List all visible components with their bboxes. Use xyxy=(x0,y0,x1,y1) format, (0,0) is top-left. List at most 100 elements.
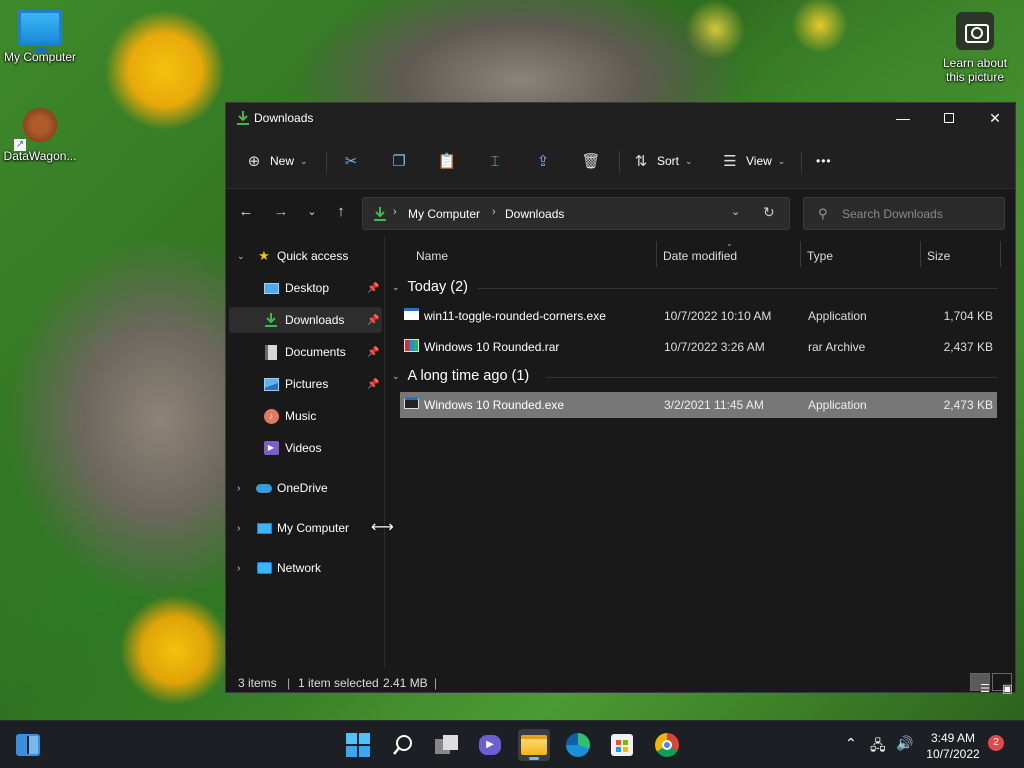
chevron-down-icon: ⌄ xyxy=(777,155,786,166)
chat-icon: ▶ xyxy=(479,735,501,755)
sidebar-item-videos[interactable]: ▶ Videos xyxy=(229,435,382,461)
sidebar-item-quick-access[interactable]: ⌄ ★ Quick access xyxy=(229,243,382,269)
folder-icon xyxy=(521,735,547,755)
view-button[interactable]: ☰ View ⌄ xyxy=(720,147,785,175)
large-icons-view-button[interactable]: ▣ xyxy=(992,673,1012,695)
start-button[interactable] xyxy=(342,729,374,761)
divider xyxy=(619,151,620,173)
address-dropdown-icon[interactable]: ⌄ xyxy=(731,205,740,218)
store-icon xyxy=(611,734,633,756)
sidebar-item-onedrive[interactable]: › OneDrive xyxy=(229,475,382,501)
chevron-down-icon[interactable]: ⌄ xyxy=(237,251,245,262)
minimize-button[interactable]: — xyxy=(880,103,926,133)
file-type: Application xyxy=(808,309,867,323)
file-row[interactable]: win11-toggle-rounded-corners.exe 10/7/20… xyxy=(400,303,997,329)
sidebar-item-desktop[interactable]: Desktop 📌 xyxy=(229,275,382,301)
store-button[interactable] xyxy=(606,729,638,761)
search-input[interactable] xyxy=(842,205,992,223)
breadcrumb-my-computer[interactable]: My Computer xyxy=(408,207,480,221)
column-divider[interactable] xyxy=(920,241,921,267)
file-row[interactable]: Windows 10 Rounded.rar 10/7/2022 3:26 AM… xyxy=(400,334,997,360)
column-divider[interactable] xyxy=(800,241,801,267)
breadcrumb-downloads[interactable]: Downloads xyxy=(505,207,564,221)
column-header-name[interactable]: Name xyxy=(416,249,448,263)
address-bar[interactable]: › My Computer › Downloads ⌄ ↻ xyxy=(362,197,790,230)
file-explorer-taskbar-button[interactable] xyxy=(518,729,550,761)
refresh-icon[interactable]: ↻ xyxy=(763,204,775,221)
chrome-browser-button[interactable] xyxy=(651,729,683,761)
chevron-right-icon[interactable]: › xyxy=(237,563,240,574)
sort-button[interactable]: ⇅ Sort ⌄ xyxy=(631,147,693,175)
column-header-type[interactable]: Type xyxy=(807,249,833,263)
desktop-icon-learn-about-picture[interactable]: Learn about this picture xyxy=(938,12,1012,84)
notification-badge[interactable]: 2 xyxy=(988,735,1004,751)
forward-button[interactable]: → xyxy=(269,203,293,225)
column-header-date-modified[interactable]: Date modified xyxy=(663,249,737,263)
group-header-today[interactable]: ⌄ Today (2) xyxy=(392,275,468,299)
cut-button[interactable]: ✂ xyxy=(341,147,361,175)
sidebar-item-my-computer[interactable]: › My Computer xyxy=(229,515,382,541)
new-button[interactable]: ⊕ New ⌄ xyxy=(244,147,308,175)
thumbnail-view-icon: ▣ xyxy=(1002,683,1013,695)
sidebar-item-downloads[interactable]: Downloads 📌 xyxy=(229,307,382,333)
teams-chat-button[interactable]: ▶ xyxy=(474,729,506,761)
volume-icon[interactable]: 🔊 xyxy=(896,735,913,752)
status-selection-size: 2.41 MB xyxy=(383,676,428,690)
sidebar-item-music[interactable]: ♪ Music xyxy=(229,403,382,429)
sidebar-item-network[interactable]: › Network xyxy=(229,555,382,581)
pin-icon[interactable]: 📌 xyxy=(367,283,379,294)
file-row-selected[interactable]: Windows 10 Rounded.exe 3/2/2021 11:45 AM… xyxy=(400,392,997,418)
camera-icon xyxy=(956,12,994,50)
group-divider xyxy=(478,288,998,289)
file-name: Windows 10 Rounded.exe xyxy=(424,398,565,412)
sidebar-item-documents[interactable]: Documents 📌 xyxy=(229,339,382,365)
group-header-a-long-time-ago[interactable]: ⌄ A long time ago (1) xyxy=(392,364,529,388)
edge-icon xyxy=(566,733,590,757)
share-button[interactable]: ⇪ xyxy=(533,147,553,175)
title-bar[interactable]: Downloads — ✕ xyxy=(226,103,1015,133)
details-view-button[interactable]: ☰ xyxy=(970,673,990,695)
network-status-icon[interactable]: 🖧 xyxy=(870,735,886,759)
copy-icon: ❐ xyxy=(392,153,406,170)
rename-button[interactable]: ⌶ xyxy=(485,147,505,175)
paste-button[interactable]: 📋 xyxy=(437,147,457,175)
pin-icon[interactable]: 📌 xyxy=(367,315,379,326)
pin-icon[interactable]: 📌 xyxy=(367,347,379,358)
maximize-button[interactable] xyxy=(926,103,972,133)
desktop-icon-label: DataWagon... xyxy=(3,149,77,163)
search-box[interactable]: ⚲ xyxy=(803,197,1005,230)
pin-icon[interactable]: 📌 xyxy=(367,379,379,390)
pane-splitter[interactable] xyxy=(384,237,385,667)
chevron-right-icon[interactable]: › xyxy=(237,523,240,534)
clock[interactable]: 3:49 AM 10/7/2022 xyxy=(924,730,982,762)
back-button[interactable]: ← xyxy=(234,203,258,225)
close-button[interactable]: ✕ xyxy=(972,103,1018,133)
star-icon: ★ xyxy=(258,248,270,263)
widgets-button[interactable] xyxy=(12,729,44,761)
chevron-down-icon: ⌄ xyxy=(307,206,317,218)
music-icon: ♪ xyxy=(263,408,279,424)
sort-indicator-icon: ⌄ xyxy=(726,239,733,248)
recent-locations-button[interactable]: ⌄ xyxy=(300,205,324,227)
sidebar-item-pictures[interactable]: Pictures 📌 xyxy=(229,371,382,397)
desktop-icon-my-computer[interactable]: My Computer xyxy=(2,10,78,64)
breadcrumb-separator-icon: › xyxy=(492,206,496,218)
clock-date: 10/7/2022 xyxy=(926,747,980,761)
column-divider[interactable] xyxy=(656,241,657,267)
edge-browser-button[interactable] xyxy=(562,729,594,761)
more-options-button[interactable]: ••• xyxy=(816,147,832,175)
videos-icon: ▶ xyxy=(263,440,279,456)
trash-icon: 🗑 xyxy=(581,153,601,170)
column-header-size[interactable]: Size xyxy=(927,249,950,263)
chevron-up-icon[interactable]: ⌃ xyxy=(845,735,857,752)
chevron-right-icon[interactable]: › xyxy=(237,483,240,494)
delete-button[interactable]: 🗑 xyxy=(581,147,601,175)
up-button[interactable]: ↑ xyxy=(329,203,353,225)
search-button[interactable] xyxy=(387,729,419,761)
copy-button[interactable]: ❐ xyxy=(389,147,409,175)
desktop-icon-datawagon[interactable]: DataWagon... xyxy=(2,105,78,163)
sidebar-item-label: Pictures xyxy=(285,377,329,391)
column-divider[interactable] xyxy=(1000,241,1001,267)
onedrive-icon xyxy=(256,480,272,496)
task-view-button[interactable] xyxy=(431,729,463,761)
